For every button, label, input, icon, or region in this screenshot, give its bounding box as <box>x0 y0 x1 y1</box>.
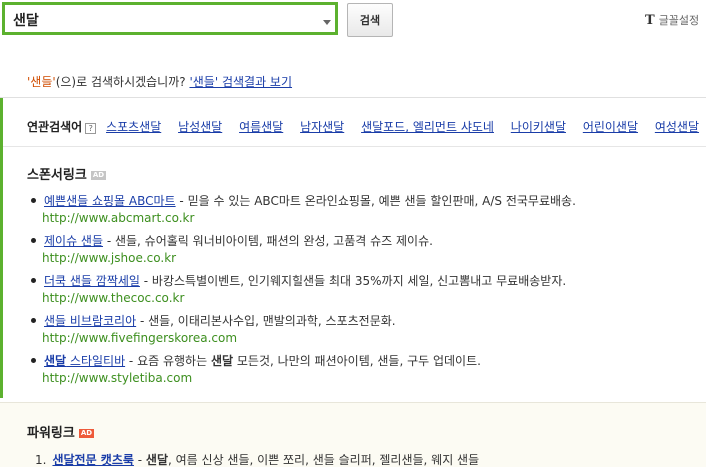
ad-url[interactable]: http://www.styletiba.com <box>42 371 192 385</box>
bullet-icon <box>31 238 36 243</box>
powerlink-desc-part: , 여름 신상 샌들, 이쁜 쪼리, 샌들 슬리퍼, 젤리샌들, 웨지 샌들 <box>168 453 480 467</box>
ad-url[interactable]: http://www.fivefingerskorea.com <box>42 331 237 345</box>
item-number: 1. <box>35 453 47 467</box>
font-icon: T <box>645 13 655 28</box>
ad-item: 샌달 스타일티바 - 요즘 유행하는 샌달 모든것, 나만의 패션아이템, 샌들… <box>27 352 481 369</box>
related-item[interactable]: 샌달포드, 엘리먼트 샤도네 <box>361 120 494 134</box>
powerlink-desc-keyword: 샌달 <box>145 453 168 467</box>
powerlink-title-text: 파워링크 <box>27 426 75 441</box>
related-item[interactable]: 어린이샌달 <box>583 120 638 134</box>
suggested-term: '샌들' <box>27 75 56 89</box>
related-searches-title: 연관검색어 <box>27 120 83 134</box>
ad-desc-keyword: 샌달 <box>210 354 234 368</box>
spelling-suggestion: '샌들'(으)로 검색하시겠습니까? '샌들' 검색결과 보기 <box>27 73 292 90</box>
search-box[interactable] <box>2 2 338 35</box>
ad-description: - 샌들, 이태리본사수입, 맨발의과학, 스포츠전문화. <box>136 314 396 328</box>
related-item[interactable]: 여름샌달 <box>239 120 283 134</box>
related-item[interactable]: 남성샌달 <box>178 120 222 134</box>
search-input[interactable] <box>13 10 303 30</box>
related-item[interactable]: 여성샌달 <box>655 120 699 134</box>
ad-url[interactable]: http://www.abcmart.co.kr <box>42 211 194 225</box>
ad-url[interactable]: http://www.jshoe.co.kr <box>42 251 176 265</box>
ad-title-keyword: 샌달 <box>44 354 67 368</box>
ad-description: - 요즘 유행하는 샌달 모든것, 나만의 패션아이템, 샌들, 구두 업데이트… <box>125 354 481 368</box>
divider <box>0 97 706 98</box>
ad-title-link[interactable]: 샌달 스타일티바 <box>44 354 125 368</box>
related-item[interactable]: 스포츠샌달 <box>106 120 161 134</box>
suggestion-text: (으)로 검색하시겠습니까? <box>55 75 186 89</box>
dropdown-arrow-icon[interactable] <box>323 20 331 25</box>
ad-item: 제이슈 샌들 - 샌들, 슈어홀릭 워너비아이템, 패션의 완성, 고품격 슈즈… <box>27 232 433 249</box>
related-item[interactable]: 나이키샌달 <box>511 120 566 134</box>
bullet-icon <box>31 278 36 283</box>
font-setting-button[interactable]: T 글꼴설정 <box>645 12 699 28</box>
divider <box>3 146 706 147</box>
ad-badge: AD <box>78 429 95 438</box>
font-setting-label: 글꼴설정 <box>658 14 700 27</box>
section-accent-bar <box>0 98 3 398</box>
ad-url[interactable]: http://www.thecoc.co.kr <box>42 291 184 305</box>
ad-title-link[interactable]: 제이슈 샌들 <box>44 234 103 248</box>
sponsor-section-title: 스폰서링크 AD <box>27 164 107 183</box>
powerlink-section-title: 파워링크 AD <box>27 422 95 441</box>
ad-description: - 샌들, 슈어홀릭 워너비아이템, 패션의 완성, 고품격 슈즈 제이슈. <box>103 234 433 248</box>
ad-item: 샌들 비브람코리아 - 샌들, 이태리본사수입, 맨발의과학, 스포츠전문화. <box>27 312 396 329</box>
ad-title-link[interactable]: 예쁜샌들 쇼핑몰 ABC마트 <box>44 194 176 208</box>
ad-title-link[interactable]: 샌들 비브람코리아 <box>44 314 136 328</box>
ad-desc-part: - 요즘 유행하는 <box>125 354 211 368</box>
ad-item: 예쁜샌들 쇼핑몰 ABC마트 - 믿을 수 있는 ABC마트 온라인쇼핑몰, 예… <box>27 192 576 209</box>
top-bar: 검색 T글꼴설정 <box>0 0 706 50</box>
powerlink-title-link[interactable]: 샌달전문 캣츠룩 <box>52 453 133 467</box>
ad-item: 더쿡 샌들 깜짝세일 - 바캉스특별이벤트, 인기웨지힐샌들 최대 35%까지 … <box>27 272 566 289</box>
ad-badge: AD <box>90 171 107 180</box>
ad-title-link[interactable]: 더쿡 샌들 깜짝세일 <box>44 274 140 288</box>
related-item[interactable]: 남자샌달 <box>300 120 344 134</box>
bullet-icon <box>31 198 36 203</box>
suggestion-link[interactable]: '샌들' 검색결과 보기 <box>189 75 292 89</box>
sponsor-title-text: 스폰서링크 <box>27 168 87 183</box>
bullet-icon <box>31 358 36 363</box>
powerlink-item: 1. 샌달전문 캣츠룩 - 샌달, 여름 신상 샌들, 이쁜 쪼리, 샌들 슬리퍼… <box>35 451 479 467</box>
powerlink-title-rest: 전문 캣츠룩 <box>74 453 134 467</box>
ad-description: - 믿을 수 있는 ABC마트 온라인쇼핑몰, 예쁜 샌들 할인판매, A/S … <box>175 194 576 208</box>
bullet-icon <box>31 318 36 323</box>
help-icon[interactable]: ? <box>85 123 97 134</box>
ad-desc-part: 모든것, 나만의 패션아이템, 샌들, 구두 업데이트. <box>233 354 481 368</box>
powerlink-desc-part: - <box>133 453 146 467</box>
ad-title-rest: 스타일티바 <box>66 354 126 368</box>
related-searches: 연관검색어? 스포츠샌달 남성샌달 여름샌달 남자샌달 샌달포드, 엘리먼트 샤… <box>27 118 706 135</box>
powerlink-keyword: 샌달 <box>52 453 75 467</box>
search-button[interactable]: 검색 <box>347 3 393 37</box>
ad-description: - 바캉스특별이벤트, 인기웨지힐샌들 최대 35%까지 세일, 신고뽐내고 무… <box>139 274 567 288</box>
